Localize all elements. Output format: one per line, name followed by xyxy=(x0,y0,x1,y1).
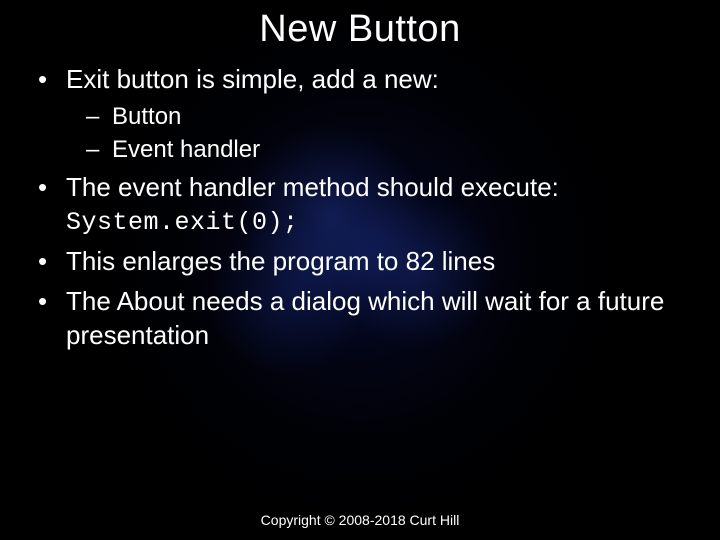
bullet-text: Exit button is simple, add a new: xyxy=(66,64,439,94)
bullet-text: The event handler method should execute: xyxy=(66,172,559,202)
sub-bullet-list: Button Event handler xyxy=(66,101,700,165)
slide: New Button Exit button is simple, add a … xyxy=(0,0,720,540)
bullet-text: This enlarges the program to 82 lines xyxy=(66,246,495,276)
bullet-item: This enlarges the program to 82 lines xyxy=(30,245,700,279)
slide-body: Exit button is simple, add a new: Button… xyxy=(20,57,700,359)
sub-bullet-item: Button xyxy=(86,101,700,132)
sub-bullet-text: Button xyxy=(112,103,181,130)
bullet-item: Exit button is simple, add a new: Button… xyxy=(30,63,700,165)
bullet-item: The About needs a dialog which will wait… xyxy=(30,285,700,353)
sub-bullet-item: Event handler xyxy=(86,134,700,165)
bullet-text: The About needs a dialog which will wait… xyxy=(66,286,664,350)
sub-bullet-text: Event handler xyxy=(112,136,260,163)
copyright-footer: Copyright © 2008-2018 Curt Hill xyxy=(0,512,720,528)
bullet-item: The event handler method should execute:… xyxy=(30,171,700,239)
slide-title: New Button xyxy=(20,8,700,51)
code-snippet: System.exit(0); xyxy=(66,207,700,240)
bullet-list: Exit button is simple, add a new: Button… xyxy=(20,63,700,353)
